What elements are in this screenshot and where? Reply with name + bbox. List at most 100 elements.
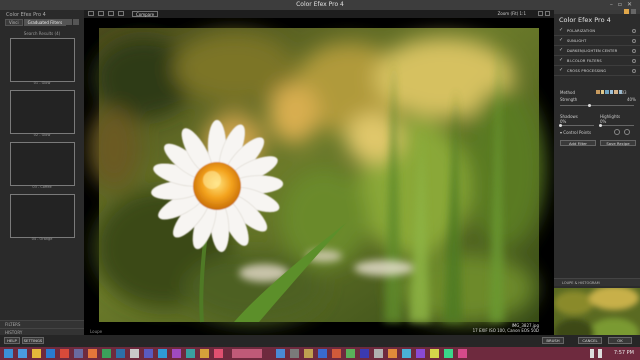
strength-value: 40% [627,97,636,102]
app-icon[interactable] [276,349,285,358]
app-icon[interactable] [46,349,55,358]
highlights-slider-handle[interactable] [599,124,602,127]
loupe-label[interactable]: Loupe [90,329,102,334]
app-icon[interactable] [374,349,383,358]
app-icon[interactable] [290,349,299,358]
compare-button[interactable]: Compare [132,11,159,17]
app-icon[interactable] [430,349,439,358]
filter-name: POLARIZATION [567,28,596,33]
network-icon[interactable] [590,349,594,358]
side-by-side-icon[interactable] [108,11,114,16]
app-icon[interactable] [130,349,139,358]
app-icon[interactable] [318,349,327,358]
preset-thumbnail[interactable] [10,142,75,186]
swatch[interactable] [600,90,604,94]
start-icon[interactable] [4,349,13,358]
app-icon[interactable] [144,349,153,358]
app-icon[interactable] [60,349,69,358]
delete-icon[interactable] [632,48,636,53]
app-icon[interactable] [304,349,313,358]
add-filter-button[interactable]: Add Filter [560,140,596,146]
remove-control-point-icon[interactable] [624,129,630,135]
right-panel: Color Efex Pro 4 ✓ POLARIZATION ✓ SUNLIG… [554,9,640,346]
preset-thumbnail[interactable] [10,194,75,238]
delete-icon[interactable] [632,68,636,73]
filter-row-bicolor[interactable]: ✓ BI-COLOR FILTERS [554,56,640,66]
preset-thumbnail[interactable] [10,38,75,82]
swatch[interactable] [596,90,600,94]
app-icon[interactable] [172,349,181,358]
delete-icon[interactable] [632,38,636,43]
shadows-slider-track[interactable] [559,124,594,127]
app-icon[interactable] [388,349,397,358]
app-icon[interactable] [402,349,411,358]
brush-button[interactable]: BRUSH [542,337,564,344]
app-icon[interactable] [186,349,195,358]
tab-graduated-filters[interactable]: Graduated Filters [23,19,67,26]
ie-icon[interactable] [18,349,27,358]
strength-slider-handle[interactable] [588,104,592,107]
app-icon[interactable] [444,349,453,358]
delete-icon[interactable] [632,58,636,63]
method-value[interactable]: T03 [619,90,627,95]
settings-button[interactable]: SETTINGS [22,337,44,344]
menu-icon[interactable] [631,9,636,14]
app-icon[interactable] [332,349,341,358]
zoom-select[interactable]: Zoom (Fit) 1:1 [498,11,526,17]
checkbox-icon[interactable]: ✓ [559,47,563,53]
filter-row-sunlight[interactable]: ✓ SUNLIGHT [554,36,640,46]
help-button[interactable]: HELP [4,337,20,344]
filter-row-darken-lighten[interactable]: ✓ DARKEN/LIGHTEN CENTER [554,46,640,56]
add-control-point-icon[interactable] [614,129,620,135]
app-icon[interactable] [74,349,83,358]
split-view-icon[interactable] [98,11,104,16]
checkbox-icon[interactable]: ✓ [559,37,563,43]
star-icon[interactable] [66,19,72,25]
ok-button[interactable]: OK [608,337,632,344]
app-icon[interactable] [116,349,125,358]
swatch[interactable] [609,90,613,94]
checkbox-icon[interactable]: ✓ [559,57,563,63]
shadows-slider-handle[interactable] [559,124,562,127]
strength-slider-track[interactable] [560,104,634,107]
filters-section-header[interactable]: FILTERS [0,320,84,328]
volume-icon[interactable] [598,349,602,358]
search-icon[interactable] [73,19,79,25]
taskbar-clock[interactable]: 7:57 PM [614,350,634,356]
presets-icon[interactable] [624,9,629,14]
preset-label: 03 - Coffee [32,185,52,189]
tab-icons [66,19,79,25]
preset-thumbnail[interactable] [10,90,75,134]
app-icon[interactable] [88,349,97,358]
app-icon[interactable] [214,349,223,358]
loupe-histogram-header[interactable]: LOUPE & HISTOGRAM [554,278,640,286]
background-icon[interactable] [118,11,124,16]
app-icon[interactable] [102,349,111,358]
app-icon[interactable] [346,349,355,358]
highlights-slider-track[interactable] [599,124,634,127]
swatch[interactable] [605,90,609,94]
save-recipe-button[interactable]: Save Recipe [600,140,636,146]
cancel-button[interactable]: CANCEL [578,337,602,344]
hand-icon[interactable] [538,11,543,16]
app-icon[interactable] [200,349,209,358]
zoom-icon[interactable] [545,11,550,16]
delete-icon[interactable] [632,28,636,33]
tab-vinci[interactable]: Vinci [5,19,23,26]
window-controls[interactable]: –▫✕ [610,1,637,8]
app-icon[interactable] [158,349,167,358]
single-view-icon[interactable] [88,11,94,16]
active-app-icon[interactable] [232,349,262,358]
image-preview[interactable]: Loupe IMG_3827.jpg 17 EXIF ISO 100, Cano… [84,18,554,340]
checkbox-icon[interactable]: ✓ [559,67,563,73]
control-points-text: Control Points [563,130,592,135]
filter-row-cross-processing[interactable]: ✓ CROSS PROCESSING [554,66,640,76]
explorer-icon[interactable] [32,349,41,358]
app-icon[interactable] [360,349,369,358]
app-icon[interactable] [416,349,425,358]
swatch[interactable] [614,90,618,94]
control-points-label[interactable]: ▾ Control Points [560,130,591,135]
app-icon[interactable] [458,349,467,358]
checkbox-icon[interactable]: ✓ [559,27,563,33]
filter-row-polarization[interactable]: ✓ POLARIZATION [554,26,640,36]
